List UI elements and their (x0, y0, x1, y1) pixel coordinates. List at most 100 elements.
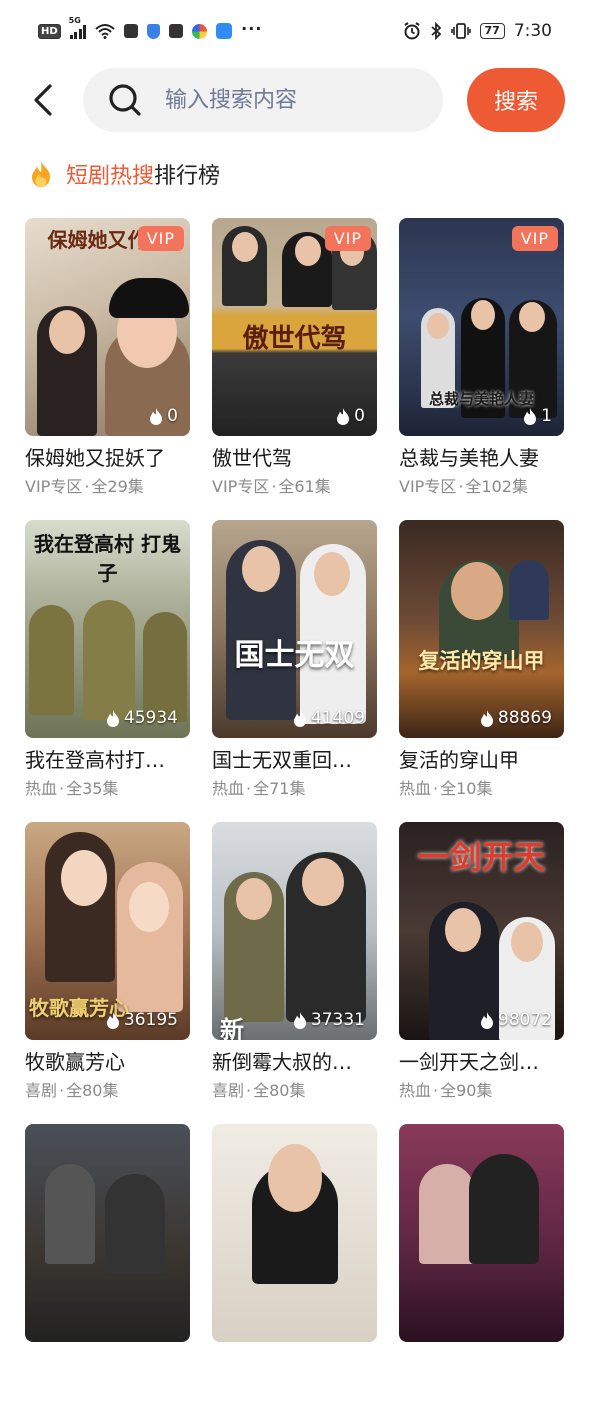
drama-episodes: 全71集 (253, 779, 306, 798)
heat-value: 45934 (123, 708, 178, 728)
drama-episodes: 全80集 (66, 1081, 119, 1100)
drama-meta: 热血 · 全71集 (212, 779, 306, 798)
drama-episodes: 全90集 (440, 1081, 493, 1100)
status-left: HD 5G ··· (38, 16, 262, 39)
drama-category: 热血 (25, 779, 58, 798)
heat-value: 0 (167, 406, 178, 426)
ranking-title-highlight: 短剧热搜 (66, 164, 155, 189)
drama-title: 一剑开天之剑… (399, 1050, 539, 1074)
drama-category: 喜剧 (25, 1081, 58, 1100)
poster-title-art: 一剑开天 (417, 838, 546, 876)
heat-count: 1 (523, 406, 552, 426)
drama-category: VIP专区 (25, 477, 83, 496)
search-input[interactable] (163, 86, 417, 114)
search-box[interactable] (83, 68, 443, 132)
drama-title: 傲世代驾 (212, 446, 292, 470)
network-type: 5G (68, 16, 81, 25)
back-arrow-icon[interactable] (28, 82, 60, 118)
search-header: 搜索 (0, 68, 590, 132)
drama-category: 热血 (212, 779, 245, 798)
flame-icon (106, 709, 119, 727)
wifi-icon (95, 24, 115, 39)
colorful-app-icon (192, 23, 208, 39)
drama-card[interactable]: 复活的穿山甲 88869 复活的穿山甲 热血 · 全10集 (399, 520, 564, 822)
more-notifications-icon: ··· (241, 18, 263, 38)
heat-count: 41409 (293, 708, 365, 728)
poster-title-art: 复活的穿山甲 (418, 648, 545, 673)
clock: 7:30 (513, 21, 552, 41)
drama-meta: 热血 · 全90集 (399, 1081, 493, 1100)
heat-value: 98072 (497, 1010, 552, 1030)
drama-card[interactable]: 国士无双 41409 国士无双重回… 热血 · 全71集 (212, 520, 377, 822)
heat-value: 88869 (497, 708, 552, 728)
drama-card[interactable]: 新 37331 新倒霉大叔的… 喜剧 · 全80集 (212, 822, 377, 1124)
poster-title-art: 新 (220, 1015, 244, 1040)
bluetooth-icon (430, 22, 441, 40)
poster-image: 我在登高村 打鬼子 45934 (25, 520, 190, 738)
heat-value: 41409 (310, 708, 365, 728)
poster-image: 新 37331 (212, 822, 377, 1040)
drama-card[interactable]: 我在登高村 打鬼子 45934 我在登高村打… 热血 · 全35集 (25, 520, 190, 822)
flame-icon (480, 709, 493, 727)
heat-count: 45934 (106, 708, 178, 728)
battery-icon: 77 (479, 23, 505, 39)
drama-card[interactable]: 保姆她又作妖 VIP 0 保姆她又捉妖了 VIP专区 · 全29集 (25, 218, 190, 520)
drama-title: 我在登高村打… (25, 748, 165, 772)
flame-icon (293, 1011, 306, 1029)
poster-image (25, 1124, 190, 1342)
drama-episodes: 全102集 (465, 477, 528, 496)
poster-image: 保姆她又作妖 VIP 0 (25, 218, 190, 436)
drama-episodes: 全10集 (440, 779, 493, 798)
heat-value: 0 (354, 406, 365, 426)
drama-meta: 热血 · 全35集 (25, 779, 119, 798)
drama-card[interactable]: 一剑开天 98072 一剑开天之剑… 热血 · 全90集 (399, 822, 564, 1124)
flame-icon (293, 709, 306, 727)
drama-title: 国士无双重回… (212, 748, 352, 772)
heat-count: 0 (336, 406, 365, 426)
heat-count: 98072 (480, 1010, 552, 1030)
heat-value: 1 (541, 406, 552, 426)
flame-icon (337, 407, 350, 425)
drama-card[interactable]: 傲世代驾 VIP 0 傲世代驾 VIP专区 · 全61集 (212, 218, 377, 520)
heat-count: 36195 (106, 1010, 178, 1030)
drama-episodes: 全80集 (253, 1081, 306, 1100)
drama-card[interactable]: 总裁与美艳人妻 VIP 1 总裁与美艳人妻 VIP专区 · 全102集 (399, 218, 564, 520)
drama-category: 热血 (399, 1081, 432, 1100)
drama-grid: 保姆她又作妖 VIP 0 保姆她又捉妖了 VIP专区 · 全29集 傲世代驾 VIP (25, 218, 565, 1426)
status-right: 77 7:30 (403, 21, 552, 41)
ranking-title-rest: 排行榜 (154, 164, 221, 189)
flame-icon (524, 407, 537, 425)
vip-badge: VIP (137, 226, 184, 251)
drama-episodes: 全61集 (278, 477, 331, 496)
flame-icon (106, 1011, 119, 1029)
heat-count: 0 (149, 406, 178, 426)
drama-meta: VIP专区 · 全29集 (25, 477, 144, 496)
vip-badge: VIP (324, 226, 371, 251)
drama-card[interactable] (212, 1124, 377, 1426)
heat-value: 37331 (310, 1010, 365, 1030)
poster-image: 总裁与美艳人妻 VIP 1 (399, 218, 564, 436)
signal-icon: 5G (69, 16, 87, 39)
drama-category: 喜剧 (212, 1081, 245, 1100)
drama-episodes: 全35集 (66, 779, 119, 798)
drama-card[interactable]: 牧歌赢芳心 36195 牧歌赢芳心 喜剧 · 全80集 (25, 822, 190, 1124)
app-icon (216, 23, 233, 39)
poster-image: 复活的穿山甲 88869 (399, 520, 564, 738)
poster-image (212, 1124, 377, 1342)
heat-count: 37331 (293, 1010, 365, 1030)
poster-image: 国士无双 41409 (212, 520, 377, 738)
flame-icon (480, 1011, 493, 1029)
vibrate-icon (450, 23, 471, 39)
drama-meta: VIP专区 · 全102集 (399, 477, 528, 496)
drama-category: VIP专区 (212, 477, 270, 496)
search-button[interactable]: 搜索 (467, 68, 565, 132)
drama-episodes: 全29集 (91, 477, 144, 496)
poster-title-art: 我在登高村 打鬼子 (34, 532, 181, 585)
search-icon (109, 84, 141, 116)
flame-icon (150, 407, 163, 425)
drama-card[interactable] (399, 1124, 564, 1426)
drama-meta: 热血 · 全10集 (399, 779, 493, 798)
heat-count: 88869 (480, 708, 552, 728)
drama-card[interactable] (25, 1124, 190, 1426)
drama-meta: 喜剧 · 全80集 (25, 1081, 119, 1100)
